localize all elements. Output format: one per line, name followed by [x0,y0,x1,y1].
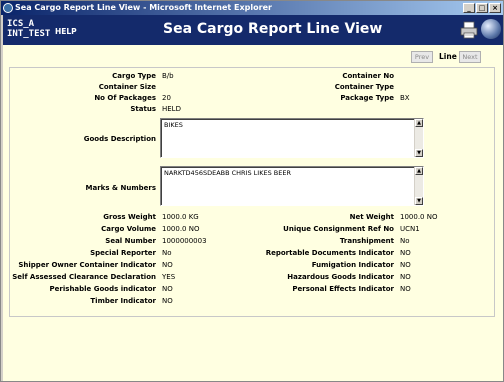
self-assessed-label: Self Assessed Clearance Declaration [12,273,156,281]
cargo-volume-value: 1000.0 NO [162,225,200,233]
scroll-down-arrow-icon[interactable]: ▼ [415,149,423,157]
cargo-type-label: Cargo Type [112,72,156,80]
perishable-label: Perishable Goods indicator [49,285,156,293]
timber-label: Timber Indicator [90,297,156,305]
special-reporter-value: No [162,249,172,257]
window-title: Sea Cargo Report Line View - Microsoft I… [15,3,272,12]
timber-value: NO [162,297,173,305]
hazardous-label: Hazardous Goods Indicator [287,273,394,281]
prev-button[interactable]: Prev [411,51,433,63]
env-name: INT_TEST [7,29,51,39]
container-size-label: Container Size [98,83,156,91]
close-button[interactable]: × [489,3,501,13]
fumigation-value: NO [400,261,411,269]
shipper-owner-label: Shipper Owner Container Indicator [18,261,156,269]
globe-icon[interactable] [481,19,501,39]
package-type-value: BX [400,94,410,102]
cargo-volume-label: Cargo Volume [101,225,156,233]
package-type-label: Package Type [340,94,394,102]
transhipment-label: Transhipment [339,237,394,245]
line-nav: Prev Line Next [3,51,503,65]
window-controls: _ □ × [463,3,501,13]
container-type-label: Container Type [334,83,394,91]
self-assessed-value: YES [162,273,176,281]
fumigation-label: Fumigation Indicator [311,261,394,269]
ie-icon [3,3,13,13]
browser-window: Sea Cargo Report Line View - Microsoft I… [0,0,504,382]
app-env: ICS_A INT_TEST [7,19,50,39]
reportable-docs-value: NO [400,249,411,257]
goods-description-label: Goods Description [83,135,156,143]
app-name: ICS_A [7,19,35,29]
gross-weight-value: 1000.0 KG [162,213,199,221]
printer-icon[interactable] [459,21,479,39]
special-reporter-label: Special Reporter [90,249,156,257]
no-of-packages-label: No Of Packages [94,94,156,102]
marks-numbers-label: Marks & Numbers [85,184,156,192]
net-weight-label: Net Weight [349,213,394,221]
personal-effects-label: Personal Effects Indicator [292,285,394,293]
status-value: HELD [162,105,181,113]
page-content: ICS_A INT_TEST HELP Sea Cargo Report Lin… [3,15,503,381]
marks-numbers-scrollbar[interactable]: ▲ ▼ [414,167,423,205]
seal-number-label: Seal Number [105,237,156,245]
app-header: ICS_A INT_TEST HELP Sea Cargo Report Lin… [3,15,503,45]
scroll-up-arrow-icon[interactable]: ▲ [415,119,423,127]
no-of-packages-value: 20 [162,94,171,102]
scroll-down-arrow-icon[interactable]: ▼ [415,197,423,205]
goods-description-text: BIKES [164,121,183,129]
next-button[interactable]: Next [459,51,481,63]
perishable-value: NO [162,285,173,293]
scroll-up-arrow-icon[interactable]: ▲ [415,167,423,175]
help-link[interactable]: HELP [55,27,77,36]
line-label: Line [439,52,457,61]
window-titlebar: Sea Cargo Report Line View - Microsoft I… [1,1,503,15]
reportable-docs-label: Reportable Documents Indicator [265,249,394,257]
goods-description-field[interactable]: BIKES ▲ ▼ [160,118,424,158]
marks-numbers-field[interactable]: NARKTD456SDEABB CHRIS LIKES BEER ▲ ▼ [160,166,424,206]
goods-description-scrollbar[interactable]: ▲ ▼ [414,119,423,157]
ucr-label: Unique Consignment Ref No [283,225,394,233]
cargo-type-value: B/b [162,72,174,80]
maximize-button[interactable]: □ [476,3,488,13]
marks-numbers-text: NARKTD456SDEABB CHRIS LIKES BEER [164,169,291,177]
personal-effects-value: NO [400,285,411,293]
page-title: Sea Cargo Report Line View [163,21,383,37]
transhipment-value: No [400,237,410,245]
cargo-details-panel: Cargo Type B/b Container No Container Si… [9,67,495,317]
status-label: Status [130,105,156,113]
seal-number-value: 1000000003 [162,237,207,245]
container-no-label: Container No [342,72,394,80]
net-weight-value: 1000.0 NO [400,213,438,221]
shipper-owner-value: NO [162,261,173,269]
ucr-value: UCN1 [400,225,420,233]
minimize-button[interactable]: _ [463,3,475,13]
gross-weight-label: Gross Weight [103,213,156,221]
hazardous-value: NO [400,273,411,281]
